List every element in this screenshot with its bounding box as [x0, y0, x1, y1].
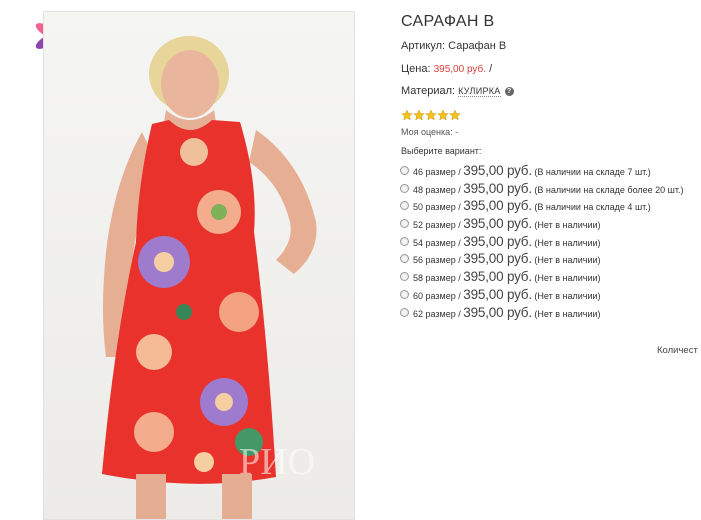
material-label: Материал:: [401, 85, 456, 97]
price-value: 395,00 руб.: [433, 64, 487, 75]
material-row: Материал: КУЛИРКА ?: [401, 85, 514, 97]
variant-price: 395,00 руб.: [463, 251, 532, 267]
variant-separator: /: [458, 220, 461, 231]
question-circle-icon[interactable]: ?: [504, 87, 514, 96]
variant-price: 395,00 руб.: [463, 233, 532, 249]
variant-price: 395,00 руб.: [463, 216, 532, 232]
variant-size: 62 размер: [413, 308, 456, 319]
variant-stock: (В наличии на складе 7 шт.): [534, 167, 651, 177]
variant-separator: /: [458, 237, 461, 248]
variant-price: 395,00 руб.: [463, 269, 532, 285]
variant-option[interactable]: 56 размер / 395,00 руб. (Нет в наличии): [400, 250, 684, 268]
quantity-label: Количест: [657, 345, 698, 356]
variant-size: 48 размер: [413, 184, 456, 195]
material-link[interactable]: КУЛИРКА: [458, 86, 501, 97]
choose-variant-label: Выберите вариант:: [401, 146, 482, 156]
variant-option[interactable]: 50 размер / 395,00 руб. (В наличии на ск…: [400, 197, 684, 215]
radio-button[interactable]: [400, 219, 409, 229]
product-title: САРАФАН В: [401, 13, 495, 30]
variant-price: 395,00 руб.: [463, 304, 532, 320]
radio-button[interactable]: [400, 307, 409, 317]
variant-size: 46 размер: [413, 167, 456, 177]
star-icon[interactable]: [437, 109, 449, 121]
variant-stock: (В наличии на складе 4 шт.): [534, 202, 651, 213]
variant-size: 56 размер: [413, 255, 456, 266]
price-suffix: /: [489, 63, 493, 75]
variant-stock: (Нет в наличии): [534, 255, 601, 266]
variant-separator: /: [458, 202, 461, 213]
dress-photo: РИО: [44, 12, 354, 519]
star-icon[interactable]: [449, 109, 461, 121]
sku-label: Артикул:: [401, 40, 446, 52]
variant-option[interactable]: 60 размер / 395,00 руб. (Нет в наличии): [400, 286, 684, 304]
variant-size: 52 размер: [413, 220, 456, 231]
radio-button[interactable]: [400, 254, 409, 264]
variant-price: 395,00 руб.: [463, 163, 532, 178]
radio-button[interactable]: [400, 289, 409, 299]
radio-button[interactable]: [400, 201, 409, 211]
my-rating: Моя оценка: -: [401, 127, 459, 137]
variant-separator: /: [458, 308, 461, 319]
star-icon[interactable]: [401, 109, 413, 121]
radio-button[interactable]: [400, 236, 409, 246]
sku-value: Сарафан В: [448, 40, 507, 52]
variant-separator: /: [458, 184, 461, 195]
variant-list: 46 размер / 395,00 руб. (В наличии на ск…: [400, 162, 684, 321]
variant-separator: /: [458, 290, 461, 301]
radio-button[interactable]: [400, 166, 409, 175]
variant-stock: (Нет в наличии): [534, 237, 601, 248]
variant-option[interactable]: 54 размер / 395,00 руб. (Нет в наличии): [400, 233, 684, 251]
price-label: Цена:: [401, 63, 431, 75]
variant-size: 54 размер: [413, 237, 456, 248]
variant-price: 395,00 руб.: [463, 286, 532, 302]
variant-option[interactable]: 62 размер / 395,00 руб. (Нет в наличии): [400, 304, 684, 322]
variant-option[interactable]: 52 размер / 395,00 руб. (Нет в наличии): [400, 215, 684, 233]
variant-stock: (Нет в наличии): [534, 308, 601, 319]
star-icon[interactable]: [425, 109, 437, 121]
variant-price: 395,00 руб.: [463, 180, 532, 196]
rating-stars[interactable]: [401, 108, 461, 121]
product-image[interactable]: РИО: [43, 11, 355, 520]
sku-row: Артикул: Сарафан В: [401, 40, 506, 52]
variant-option[interactable]: 58 размер / 395,00 руб. (Нет в наличии): [400, 268, 684, 286]
price-row: Цена: 395,00 руб. /: [401, 63, 492, 75]
variant-separator: /: [458, 255, 461, 266]
variant-stock: (Нет в наличии): [534, 273, 601, 284]
variant-size: 60 размер: [413, 290, 456, 301]
variant-size: 58 размер: [413, 273, 456, 284]
variant-option[interactable]: 46 размер / 395,00 руб. (В наличии на ск…: [400, 162, 684, 180]
variant-stock: (Нет в наличии): [534, 290, 601, 301]
radio-button[interactable]: [400, 183, 409, 193]
variant-option[interactable]: 48 размер / 395,00 руб. (В наличии на ск…: [400, 180, 684, 198]
variant-separator: /: [458, 273, 461, 284]
variant-price: 395,00 руб.: [463, 198, 532, 214]
star-icon[interactable]: [413, 109, 425, 121]
variant-separator: /: [458, 167, 461, 177]
radio-button[interactable]: [400, 272, 409, 282]
variant-stock: (В наличии на складе более 20 шт.): [534, 184, 684, 195]
variant-size: 50 размер: [413, 202, 456, 213]
variant-stock: (Нет в наличии): [534, 220, 601, 231]
watermark-text: РИО: [239, 441, 315, 483]
